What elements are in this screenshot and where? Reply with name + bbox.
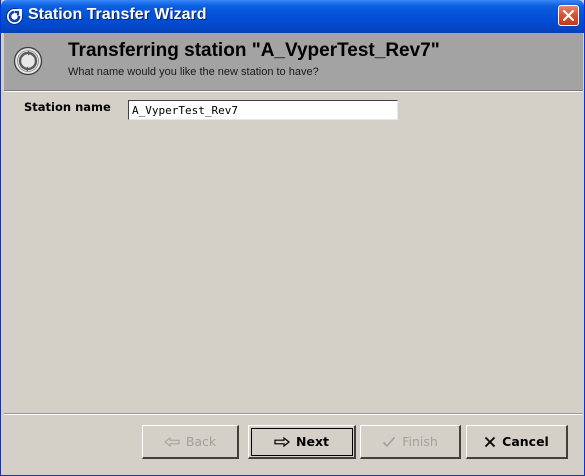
station-name-input[interactable] [128, 100, 398, 120]
back-button-label: Back [185, 434, 217, 449]
cancel-button-label: Cancel [502, 434, 549, 449]
transfer-icon [13, 46, 43, 76]
wizard-window: Station Transfer Wizard Transferring sta… [0, 0, 585, 476]
back-button[interactable]: Back [142, 425, 239, 459]
content-panel [4, 91, 583, 414]
station-name-label: Station name [24, 100, 111, 114]
x-icon [484, 436, 496, 448]
arrow-right-icon [274, 436, 290, 447]
finish-button[interactable]: Finish [360, 425, 461, 459]
next-button-label: Next [296, 434, 329, 449]
checkmark-icon [382, 436, 396, 448]
arrow-left-icon [164, 436, 180, 447]
header-subtitle: What name would you like the new station… [68, 66, 319, 78]
header-title: Transferring station "A_VyperTest_Rev7" [68, 40, 440, 61]
close-icon [562, 9, 575, 22]
cancel-button[interactable]: Cancel [466, 425, 568, 459]
next-button[interactable]: Next [248, 425, 356, 459]
wizard-header: Transferring station "A_VyperTest_Rev7" … [4, 33, 583, 91]
finish-button-label: Finish [402, 434, 438, 449]
button-bar-divider [4, 413, 583, 415]
title-bar[interactable]: Station Transfer Wizard [1, 0, 584, 33]
close-button[interactable] [558, 5, 579, 26]
app-icon [6, 8, 23, 25]
window-title: Station Transfer Wizard [28, 6, 207, 23]
